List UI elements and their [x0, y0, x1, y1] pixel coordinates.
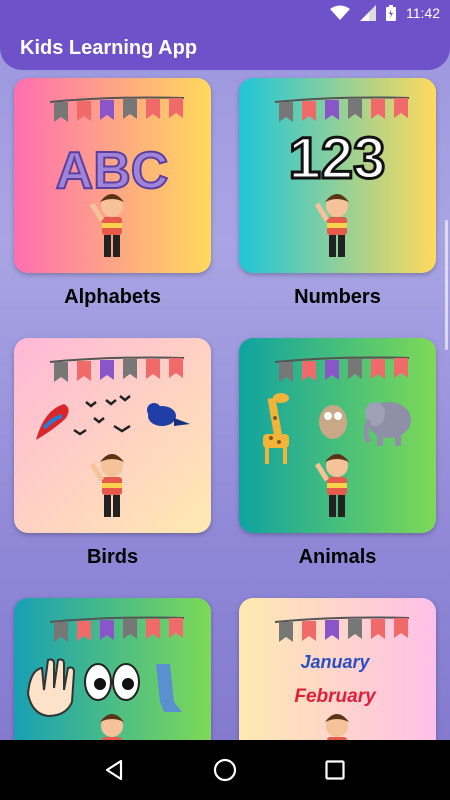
system-nav-bar [0, 740, 450, 800]
category-card-birds[interactable] [14, 338, 211, 533]
animals-illustration [239, 338, 436, 533]
wifi-icon [330, 5, 350, 21]
svg-text:123: 123 [289, 126, 386, 191]
svg-text:ABC: ABC [56, 142, 169, 200]
category-card-alphabets[interactable]: ABC [14, 78, 211, 273]
owl-icon [319, 405, 347, 439]
month-january: January [300, 652, 370, 672]
category-card-animals[interactable] [239, 338, 436, 533]
category-label[interactable]: Alphabets [14, 286, 211, 309]
birds-illustration [14, 338, 211, 533]
back-icon[interactable] [95, 750, 135, 790]
status-time: 11:42 [406, 5, 440, 21]
month-february: February [294, 686, 377, 707]
status-bar: 11:42 [0, 0, 450, 26]
app-title: Kids Learning App [20, 36, 198, 59]
category-label[interactable]: Birds [14, 546, 211, 569]
category-label[interactable]: Animals [239, 546, 436, 569]
category-label[interactable]: Numbers [239, 286, 436, 309]
home-icon[interactable] [205, 750, 245, 790]
signal-icon [360, 5, 376, 21]
alphabets-illustration: ABC [14, 78, 211, 273]
numbers-illustration: 123 [239, 78, 436, 273]
recents-icon[interactable] [315, 750, 355, 790]
app-bar: Kids Learning App [0, 26, 450, 70]
category-card-numbers[interactable]: 123 [239, 78, 436, 273]
scrollbar[interactable] [445, 220, 448, 350]
battery-icon [386, 5, 396, 21]
